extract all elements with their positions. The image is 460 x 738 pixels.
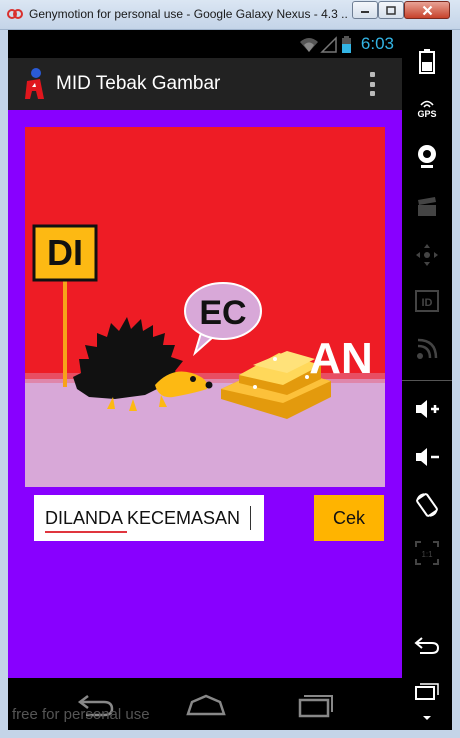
panel-divider — [402, 380, 452, 381]
recent-key-icon — [415, 683, 439, 700]
status-bar: 6:03 — [8, 30, 402, 58]
maximize-button[interactable] — [378, 1, 404, 19]
status-icons — [300, 36, 351, 53]
svg-text:1:1: 1:1 — [421, 550, 433, 559]
maximize-icon — [386, 5, 396, 15]
window-frame-bottom — [0, 730, 460, 738]
overflow-menu-button[interactable] — [362, 70, 382, 98]
battery-widget-icon — [419, 49, 435, 74]
dpad-button[interactable] — [414, 242, 440, 268]
volume-down-icon — [416, 448, 439, 466]
right-text: AN — [309, 334, 373, 383]
recent-key-button[interactable] — [414, 678, 440, 704]
android-screen: 6:03 MID Tebak Gambar DI EC AN DILANDA K… — [8, 30, 402, 730]
gps-label: GPS — [417, 109, 437, 119]
cast-icon — [417, 338, 438, 359]
close-button[interactable] — [404, 1, 450, 19]
minimize-icon — [361, 11, 369, 13]
back-key-icon — [414, 637, 440, 654]
remote-control-button[interactable] — [414, 336, 440, 362]
device-id-button[interactable]: ID — [414, 288, 440, 314]
check-button[interactable]: Cek — [314, 495, 384, 541]
home-icon[interactable] — [184, 690, 228, 718]
gps-signal-icon — [420, 100, 434, 108]
bubble-text: EC — [199, 294, 246, 332]
overflow-dot — [369, 81, 375, 87]
volume-up-icon — [416, 400, 439, 418]
wifi-icon — [300, 38, 318, 52]
text-caret — [250, 506, 251, 530]
overflow-dot — [369, 72, 375, 77]
battery-widget-button[interactable] — [414, 48, 440, 74]
gps-button[interactable]: GPS — [414, 96, 440, 122]
puzzle-image: DI EC AN — [25, 127, 385, 487]
volume-down-button[interactable] — [414, 444, 440, 470]
pixel-perfect-icon: 1:1 — [415, 541, 439, 565]
pixel-perfect-button[interactable]: 1:1 — [414, 540, 440, 566]
window-title: Genymotion for personal use - Google Gal… — [29, 7, 347, 21]
genymotion-side-panel: GPS ID 1:1 — [402, 30, 452, 730]
window-frame-left — [0, 30, 8, 738]
app-title: MID Tebak Gambar — [56, 73, 221, 94]
overflow-dot — [369, 91, 375, 96]
webcam-icon — [418, 145, 436, 168]
rotate-icon — [416, 493, 438, 517]
app-logo-icon — [25, 68, 44, 99]
chevron-down-icon — [423, 716, 431, 720]
clapperboard-icon — [418, 197, 436, 216]
sign-text: DI — [47, 232, 83, 273]
answer-input[interactable] — [34, 495, 264, 541]
status-time: 6:03 — [360, 34, 394, 53]
spellcheck-underline — [45, 531, 127, 533]
screencast-button[interactable] — [414, 194, 440, 220]
svg-text:ID: ID — [422, 297, 433, 309]
close-icon — [422, 5, 432, 15]
dpad-icon — [416, 244, 438, 266]
signal-icon — [320, 36, 337, 53]
minimize-button[interactable] — [352, 1, 378, 19]
rotate-button[interactable] — [414, 492, 440, 518]
battery-icon — [342, 36, 351, 53]
volume-up-button[interactable] — [414, 396, 440, 422]
watermark-text: free for personal use — [12, 706, 150, 723]
recent-apps-icon[interactable] — [294, 690, 338, 718]
genymotion-logo-icon — [7, 9, 23, 19]
content-area: DI EC AN DILANDA KECEMASAN Cek — [8, 110, 402, 678]
window-frame-right — [452, 30, 460, 738]
id-card-icon: ID — [415, 290, 439, 312]
more-button[interactable] — [414, 710, 440, 726]
back-key-button[interactable] — [414, 632, 440, 658]
webcam-button[interactable] — [414, 144, 440, 170]
window-titlebar: Genymotion for personal use - Google Gal… — [0, 0, 460, 30]
action-bar: MID Tebak Gambar — [8, 58, 402, 110]
